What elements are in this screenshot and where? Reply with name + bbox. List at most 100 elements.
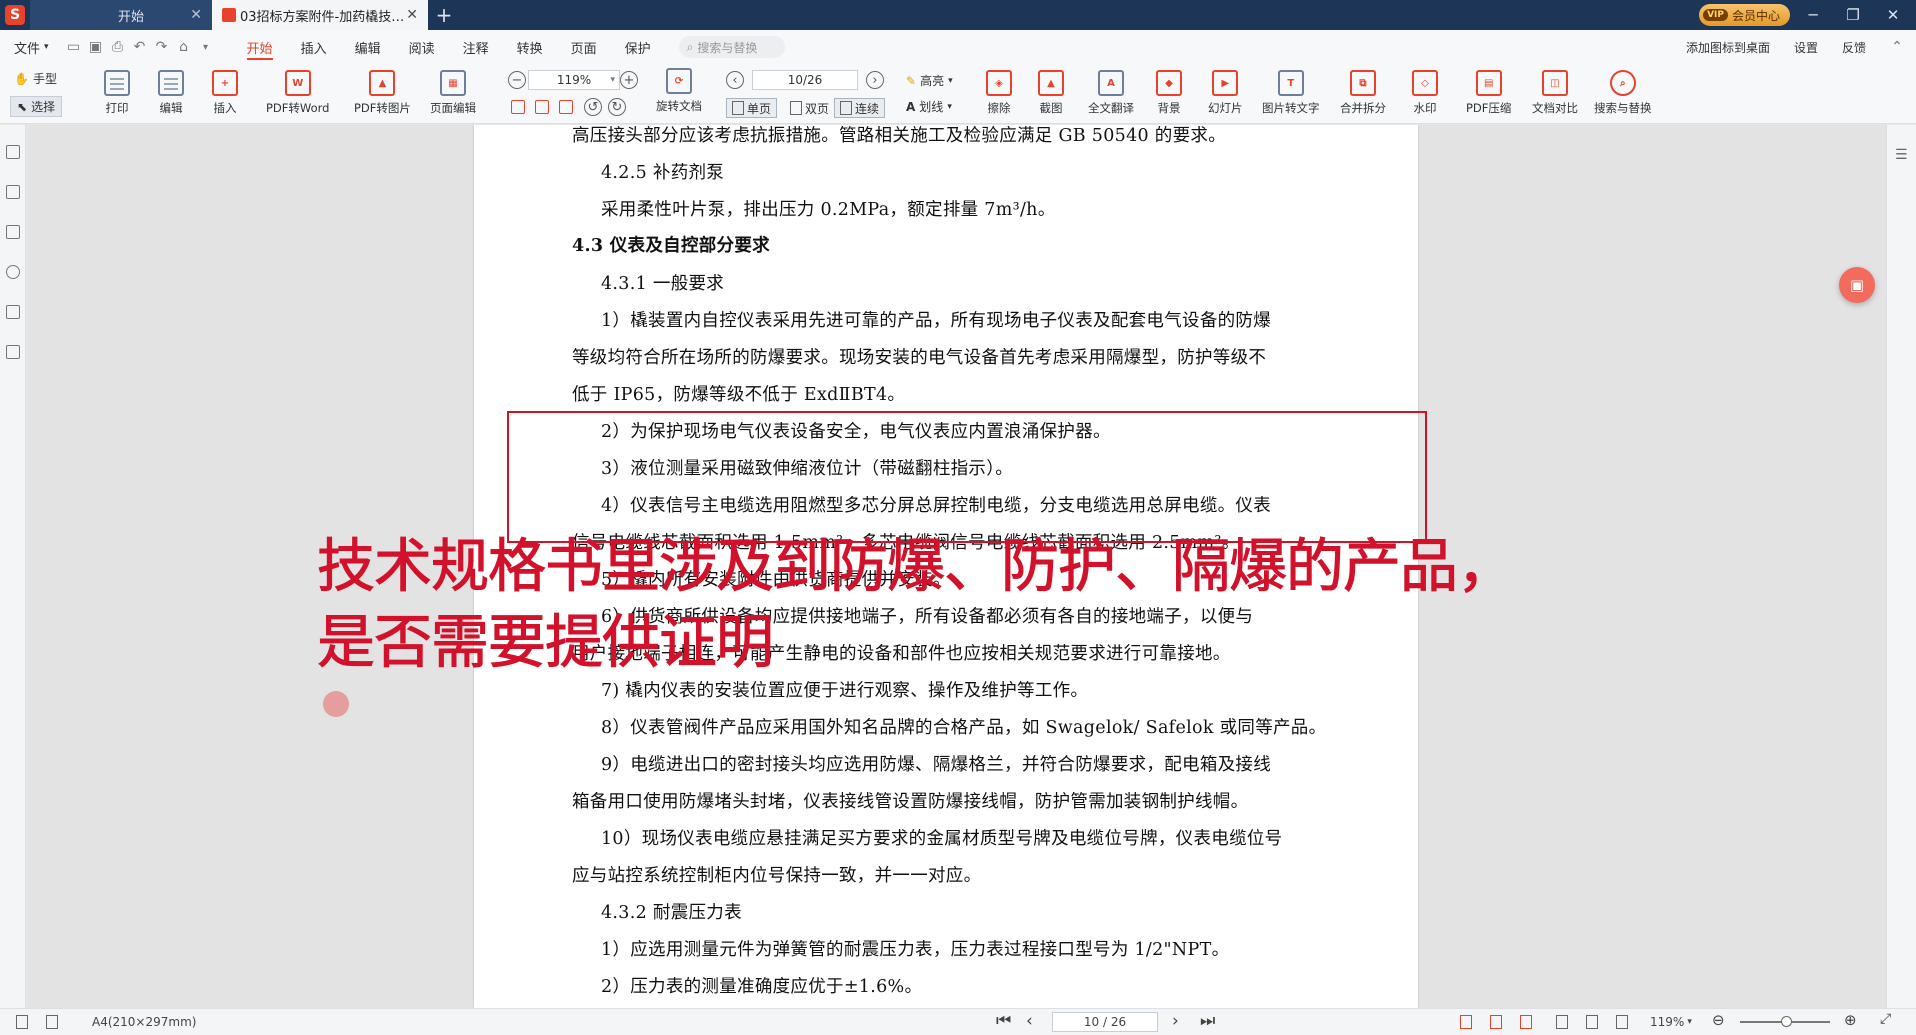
- attachment-icon[interactable]: [6, 305, 20, 319]
- document-viewport[interactable]: 高压接头部分应该考虑抗振措施。管路相关施工及检验应满足 GB 50540 的要求…: [27, 125, 1886, 1008]
- tab-document[interactable]: 03招标方案附件-加药橇技术... ✕: [212, 0, 428, 30]
- double-page-button[interactable]: 双页: [784, 98, 835, 118]
- previous-page-icon[interactable]: ‹: [1026, 1011, 1033, 1031]
- menu-insert[interactable]: 插入: [287, 30, 341, 64]
- next-page-icon[interactable]: ›: [1172, 1011, 1179, 1031]
- menu-edit[interactable]: 编辑: [341, 30, 395, 64]
- menu-annotate[interactable]: 注释: [449, 30, 503, 64]
- fit-width-icon[interactable]: [1490, 1013, 1502, 1031]
- print-icon[interactable]: ⎙: [107, 36, 129, 58]
- collapse-ribbon-icon[interactable]: ⌃: [1886, 36, 1908, 58]
- zoom-out-icon[interactable]: −: [508, 71, 526, 89]
- vip-center-button[interactable]: VIP 会员中心: [1699, 4, 1790, 26]
- previous-page-icon[interactable]: ‹: [726, 71, 744, 89]
- translate-button[interactable]: A 全文翻译: [1088, 70, 1134, 116]
- actual-size-icon[interactable]: [1520, 1013, 1532, 1031]
- home-icon[interactable]: ⌂: [173, 36, 195, 58]
- properties-icon[interactable]: ☰: [1895, 147, 1908, 163]
- menu-protect[interactable]: 保护: [611, 30, 665, 64]
- bookmark-icon[interactable]: [6, 145, 20, 159]
- doc-line: 等级均符合所在场所的防爆要求。现场安装的电气设备首先考虑采用隔爆型，防护等级不: [572, 348, 1267, 368]
- erase-button[interactable]: ◈ 擦除: [986, 70, 1012, 116]
- close-icon[interactable]: ✕: [190, 7, 202, 23]
- status-page-input[interactable]: 10 / 26: [1052, 1012, 1158, 1032]
- print-button[interactable]: 打印: [104, 70, 130, 116]
- background-button[interactable]: ◆ 背景: [1156, 70, 1182, 116]
- screenshot-button[interactable]: ▲ 截图: [1038, 70, 1064, 116]
- file-menu[interactable]: 文件 ▾: [10, 30, 63, 64]
- pdf-compress-button[interactable]: ▤ PDF压缩: [1466, 70, 1511, 116]
- zoom-slider-handle[interactable]: [1781, 1016, 1792, 1027]
- status-zoom-select[interactable]: 119% ▾: [1650, 1013, 1692, 1031]
- undo-icon[interactable]: ↶: [129, 36, 151, 58]
- highlight-button[interactable]: ✎ 高亮 ▾: [906, 72, 953, 89]
- tab-home[interactable]: 开始 ✕: [30, 0, 212, 30]
- window-close-icon[interactable]: ✕: [1876, 0, 1910, 30]
- search-icon[interactable]: [6, 265, 20, 279]
- page-view-icon[interactable]: [16, 1013, 28, 1031]
- double-view-icon[interactable]: [1616, 1013, 1628, 1031]
- single-view-icon[interactable]: [1556, 1013, 1568, 1031]
- menu-start[interactable]: 开始: [233, 30, 287, 64]
- single-page-button[interactable]: 单页: [726, 98, 778, 118]
- insert-button[interactable]: + 插入: [212, 70, 238, 116]
- menu-page[interactable]: 页面: [557, 30, 611, 64]
- continuous-view-icon[interactable]: [1586, 1013, 1598, 1031]
- menu-read[interactable]: 阅读: [395, 30, 449, 64]
- merge-split-button[interactable]: ⧉ 合并拆分: [1340, 70, 1386, 116]
- floating-tool-button[interactable]: ▣: [1839, 267, 1875, 303]
- page-layout-icon[interactable]: [46, 1013, 58, 1031]
- fit-page-icon[interactable]: [511, 100, 525, 114]
- page-edit-button[interactable]: ▦ 页面编辑: [430, 70, 476, 116]
- pdf-compress-label: PDF压缩: [1466, 101, 1512, 115]
- page-number-input[interactable]: 10/26: [752, 70, 858, 90]
- app-logo-icon[interactable]: S: [0, 0, 30, 30]
- redo-icon[interactable]: ↷: [151, 36, 173, 58]
- watermark-button[interactable]: ◇ 水印: [1412, 70, 1438, 116]
- close-icon[interactable]: ✕: [406, 7, 418, 23]
- open-folder-icon[interactable]: ▭: [63, 36, 85, 58]
- chevron-down-icon[interactable]: ▾: [195, 36, 217, 58]
- search-box[interactable]: ⌕ 搜索与替换: [678, 36, 785, 58]
- pdf-to-word-button[interactable]: W PDF转Word: [266, 70, 329, 116]
- save-icon[interactable]: ▣: [85, 36, 107, 58]
- zoom-select[interactable]: 119% ▾: [528, 70, 620, 90]
- select-tool[interactable]: ⬉ 选择: [10, 96, 63, 117]
- restore-icon[interactable]: ❐: [1836, 0, 1870, 30]
- rotate-right-icon[interactable]: ↻: [608, 98, 626, 116]
- feedback-button[interactable]: 反馈: [1830, 30, 1878, 64]
- comment-icon[interactable]: [6, 225, 20, 239]
- add-to-desktop-button[interactable]: 添加图标到桌面: [1674, 30, 1782, 64]
- hand-tool[interactable]: ✋ 手型: [14, 70, 57, 87]
- underline-icon: A: [906, 99, 916, 114]
- settings-button[interactable]: 设置: [1782, 30, 1830, 64]
- pdf-to-image-label: PDF转图片: [354, 101, 411, 115]
- merge-icon: ⧉: [1350, 70, 1376, 96]
- continuous-button[interactable]: 连续: [834, 98, 886, 118]
- rotate-document-button[interactable]: ⟳ 旋转文档: [656, 68, 702, 114]
- thumbnails-icon[interactable]: [6, 185, 20, 199]
- zoom-in-icon[interactable]: ⊕: [1844, 1011, 1857, 1029]
- zoom-out-icon[interactable]: ⊖: [1712, 1011, 1725, 1029]
- underline-button[interactable]: A 划线 ▾: [906, 98, 952, 115]
- rotate-left-icon[interactable]: ↺: [584, 98, 602, 116]
- fit-page-icon[interactable]: [1460, 1013, 1472, 1031]
- fullscreen-icon[interactable]: ⤢: [1880, 1011, 1891, 1027]
- compare-button[interactable]: ◫ 文档对比: [1532, 70, 1578, 116]
- menu-convert[interactable]: 转换: [503, 30, 557, 64]
- first-page-icon[interactable]: ⏮: [996, 1011, 1011, 1031]
- signature-icon[interactable]: [6, 345, 20, 359]
- slideshow-button[interactable]: ▶ 幻灯片: [1208, 70, 1243, 116]
- last-page-icon[interactable]: ⏭: [1200, 1011, 1215, 1031]
- minimize-icon[interactable]: ─: [1796, 0, 1830, 30]
- pointer-highlight: [323, 691, 349, 717]
- image-to-text-button[interactable]: T 图片转文字: [1262, 70, 1320, 116]
- next-page-icon[interactable]: ›: [866, 71, 884, 89]
- search-replace-button[interactable]: ⌕ 搜索与替换: [1594, 70, 1652, 116]
- new-tab-button[interactable]: +: [428, 0, 460, 30]
- pdf-to-image-button[interactable]: ▲ PDF转图片: [354, 70, 411, 116]
- actual-size-icon[interactable]: [559, 100, 573, 114]
- zoom-in-icon[interactable]: +: [620, 71, 638, 89]
- fit-width-icon[interactable]: [535, 100, 549, 114]
- edit-button[interactable]: 编辑: [158, 70, 184, 116]
